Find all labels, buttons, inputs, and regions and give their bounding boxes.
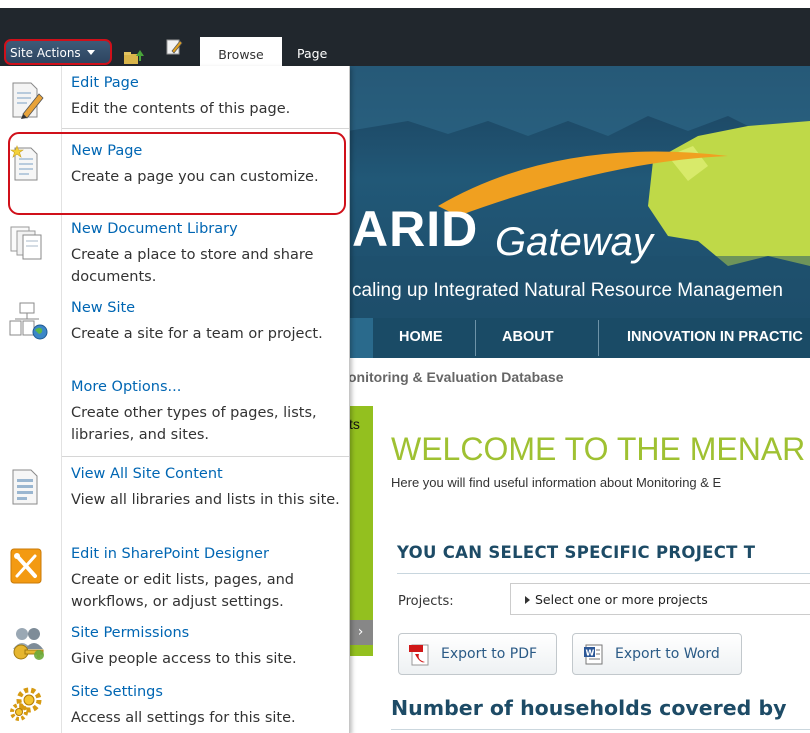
menu-item-title: New Site — [71, 300, 136, 316]
chevron-down-icon — [86, 50, 95, 55]
menu-item-title: Edit in SharePoint Designer — [71, 546, 269, 562]
site-permissions-icon — [9, 625, 49, 667]
menu-item-title: Site Permissions — [71, 625, 190, 641]
document-library-icon — [9, 223, 45, 265]
site-content-icon — [9, 467, 45, 511]
breadcrumb: onitoring & Evaluation Database — [348, 369, 564, 385]
menu-item-description: Create or edit lists, pages, and workflo… — [71, 572, 295, 610]
word-icon: W — [581, 642, 607, 672]
tab-page[interactable]: Page — [297, 46, 327, 61]
divider — [397, 573, 810, 574]
menu-item-description: View all libraries and lists in this sit… — [71, 492, 340, 508]
menu-item-new-site[interactable]: New Site Create a site for a team or pro… — [0, 300, 349, 370]
nav-item-innovation[interactable]: INNOVATION IN PRACTIC — [627, 318, 803, 358]
menu-divider — [62, 128, 349, 129]
caret-right-icon — [525, 596, 530, 604]
tab-browse[interactable]: Browse — [200, 37, 282, 66]
menu-item-description: Create other types of pages, lists, libr… — [71, 405, 317, 443]
divider — [391, 729, 810, 730]
site-actions-label: Site Actions — [10, 46, 81, 60]
menu-item-description: Access all settings for this site. — [71, 710, 296, 726]
select-project-heading: YOU CAN SELECT SPECIFIC PROJECT T — [397, 543, 756, 562]
menu-item-edit-in-sharepoint-designer[interactable]: Edit in SharePoint Designer Create or ed… — [0, 546, 349, 616]
site-settings-icon — [9, 686, 45, 726]
menu-item-title: New Document Library — [71, 221, 238, 237]
menu-item-site-permissions[interactable]: Site Permissions Give people access to t… — [0, 625, 349, 675]
menu-item-new-document-library[interactable]: New Document Library Create a place to s… — [0, 221, 349, 291]
edit-page-icon — [9, 80, 45, 124]
nav-divider — [598, 320, 599, 356]
menu-item-description: Edit the contents of this page. — [71, 101, 291, 117]
page-intro: Here you will find useful information ab… — [391, 475, 722, 490]
export-pdf-label: Export to PDF — [441, 646, 538, 662]
menu-item-site-settings[interactable]: Site Settings Access all settings for th… — [0, 684, 349, 733]
menu-item-view-all-site-content[interactable]: View All Site Content View all libraries… — [0, 466, 349, 536]
page-title: WELCOME TO THE MENAR — [391, 431, 806, 467]
highlight-outline — [8, 132, 346, 215]
projects-select[interactable]: Select one or more projects — [510, 583, 810, 615]
menu-item-title: View All Site Content — [71, 466, 223, 482]
nav-item-home[interactable]: HOME — [399, 318, 443, 358]
quick-launch-tab[interactable] — [348, 406, 373, 656]
svg-text:W: W — [586, 649, 595, 658]
export-word-button[interactable]: W Export to Word — [572, 633, 742, 675]
nav-item-about[interactable]: ABOUT — [502, 318, 554, 358]
chevron-right-icon[interactable]: › — [348, 620, 373, 645]
banner-title: ARID — [352, 201, 479, 257]
new-site-icon — [9, 301, 49, 345]
menu-item-edit-page[interactable]: Edit Page Edit the contents of this page… — [0, 75, 349, 125]
quick-launch-label: ts — [349, 416, 360, 432]
menu-item-more-options[interactable]: More Options... Create other types of pa… — [0, 379, 349, 449]
nav-divider — [475, 320, 476, 356]
edit-icon[interactable] — [166, 38, 184, 60]
projects-placeholder: Select one or more projects — [535, 592, 708, 607]
menu-item-title: Edit Page — [71, 75, 139, 91]
projects-label: Projects: — [398, 594, 454, 609]
menu-item-title: More Options... — [71, 379, 182, 395]
pdf-icon — [407, 642, 433, 672]
sharepoint-designer-icon — [9, 546, 43, 590]
site-actions-button[interactable]: Site Actions — [4, 39, 112, 65]
banner-title-gateway: Gateway — [495, 220, 653, 264]
households-heading: Number of households covered by — [391, 696, 787, 720]
menu-item-title: Site Settings — [71, 684, 163, 700]
menu-divider — [62, 456, 349, 457]
menu-item-description: Create a place to store and share docume… — [71, 247, 314, 285]
menu-item-description: Create a site for a team or project. — [71, 326, 323, 342]
export-word-label: Export to Word — [615, 646, 720, 662]
menu-item-description: Give people access to this site. — [71, 651, 297, 667]
export-pdf-button[interactable]: Export to PDF — [398, 633, 557, 675]
nav-left-block — [348, 318, 373, 358]
banner-subtitle: caling up Integrated Natural Resource Ma… — [352, 280, 783, 301]
